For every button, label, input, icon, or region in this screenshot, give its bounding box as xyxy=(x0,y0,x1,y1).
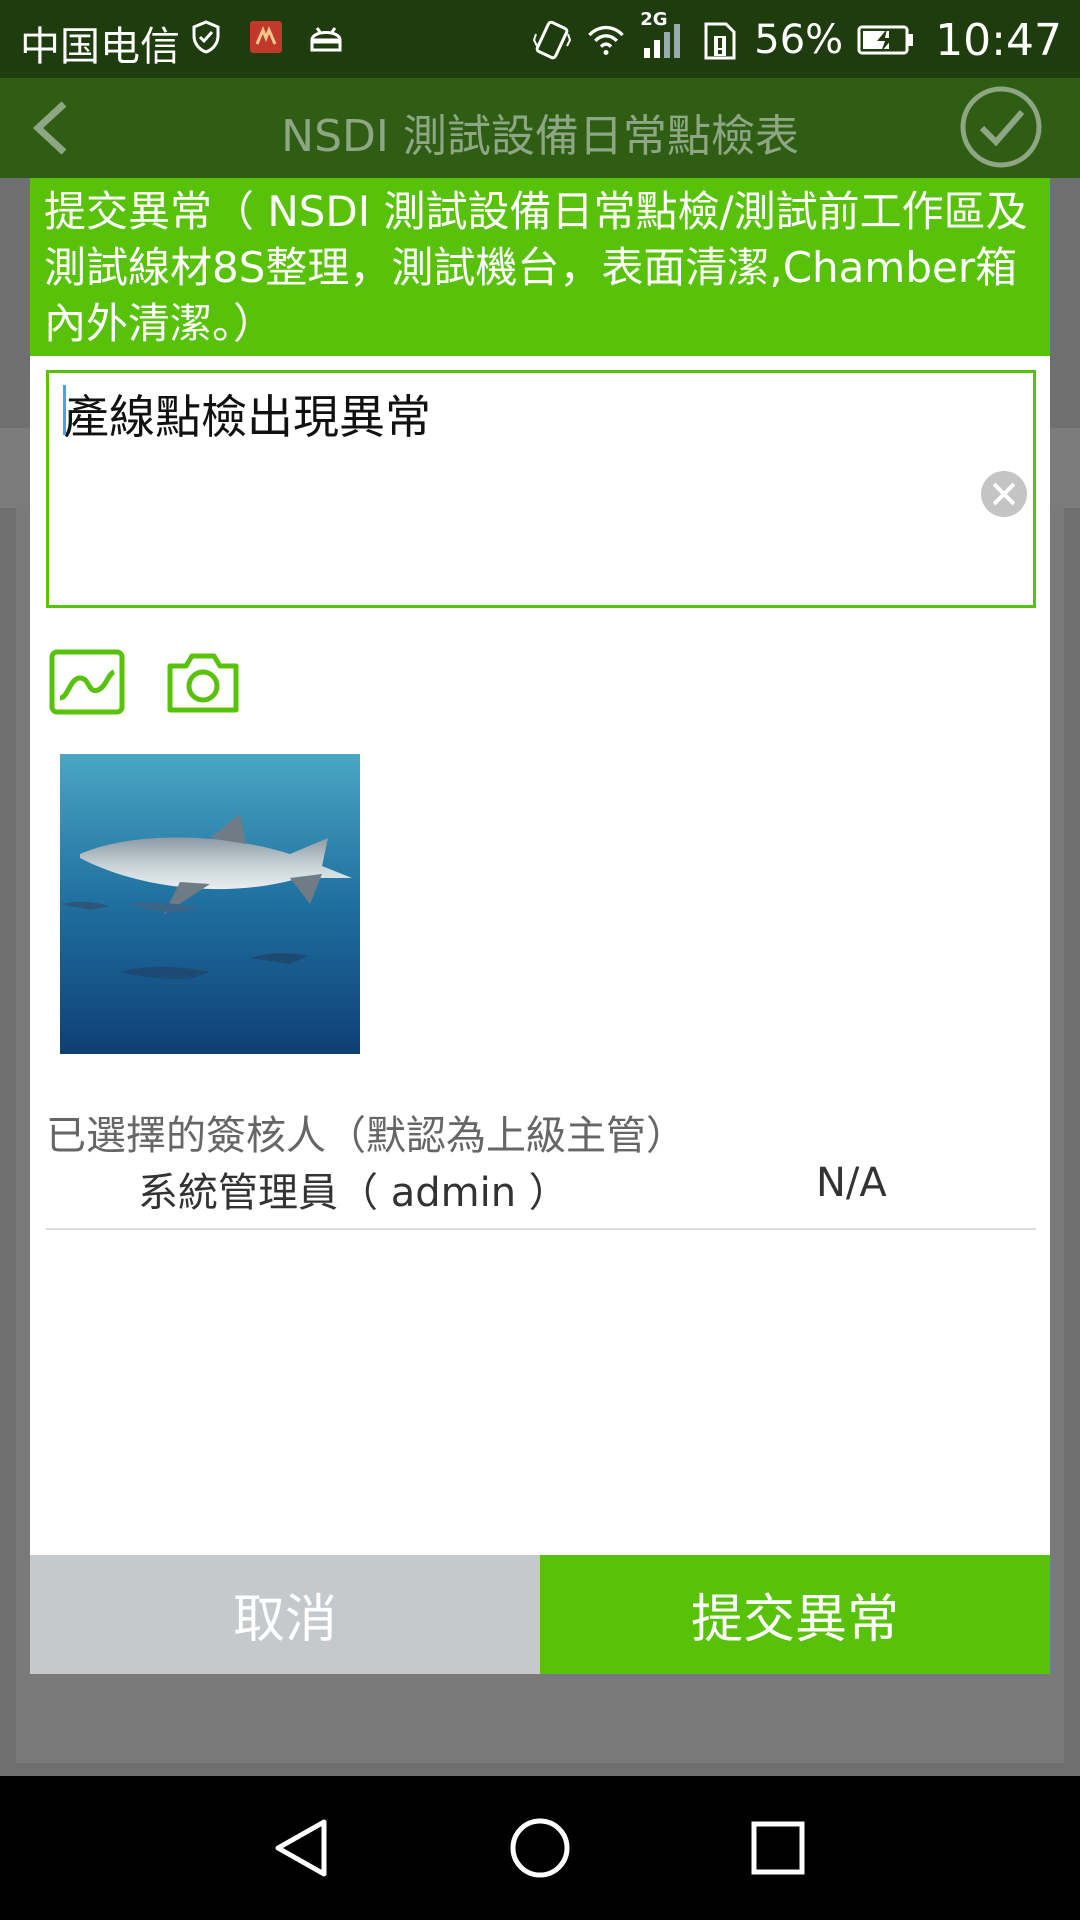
clear-text-icon[interactable] xyxy=(979,469,1029,519)
clock: 10:47 xyxy=(935,14,1062,66)
network-type-label: 2G xyxy=(640,9,668,30)
vibrate-icon xyxy=(532,19,572,61)
wifi-icon xyxy=(586,19,626,61)
approver-status: N/A xyxy=(816,1160,887,1206)
approver-row[interactable]: 系統管理員（ admin ） N/A xyxy=(46,1156,1036,1230)
nav-home-icon[interactable] xyxy=(504,1812,576,1884)
exception-description-input[interactable]: 產線點檢出現異常 xyxy=(46,370,1036,608)
confirm-check-icon[interactable] xyxy=(956,82,1046,172)
signal-2g-icon: 2G xyxy=(640,9,686,61)
battery-percent: 56% xyxy=(754,17,844,63)
page-title: NSDI 測試設備日常點檢表 xyxy=(281,111,799,162)
gallery-image-icon[interactable] xyxy=(48,648,126,716)
status-bar: 中国电信 2G 56% 10:47 xyxy=(0,0,1080,78)
exception-description-value: 產線點檢出現異常 xyxy=(63,390,431,444)
submit-exception-button[interactable]: 提交異常 xyxy=(540,1555,1050,1674)
attachment-toolbar xyxy=(48,648,242,716)
sim-alert-icon xyxy=(700,19,740,61)
nav-recents-icon[interactable] xyxy=(742,1812,814,1884)
cancel-button[interactable]: 取消 xyxy=(30,1555,540,1674)
battery-charging-icon xyxy=(857,19,915,61)
attached-photo-thumbnail[interactable] xyxy=(60,754,360,1054)
app-notification-icon xyxy=(246,16,286,58)
camera-icon[interactable] xyxy=(164,648,242,716)
shield-check-icon xyxy=(186,16,226,58)
carrier-name: 中国电信 xyxy=(20,24,180,70)
approver-section-label: 已選擇的簽核人（默認為上級主管） xyxy=(46,1113,686,1159)
nav-back-icon[interactable] xyxy=(264,1812,336,1884)
system-navigation-bar xyxy=(0,1776,1080,1920)
android-icon xyxy=(306,16,346,58)
approver-name: 系統管理員（ admin ） xyxy=(138,1170,569,1216)
app-title-bar: NSDI 測試設備日常點檢表 xyxy=(0,78,1080,178)
submit-exception-dialog: 提交異常（ NSDI 測試設備日常點檢/測試前工作區及測試線材8S整理，測試機台… xyxy=(30,178,1050,1674)
text-caret xyxy=(63,385,66,435)
dialog-header: 提交異常（ NSDI 測試設備日常點檢/測試前工作區及測試線材8S整理，測試機台… xyxy=(30,178,1050,356)
